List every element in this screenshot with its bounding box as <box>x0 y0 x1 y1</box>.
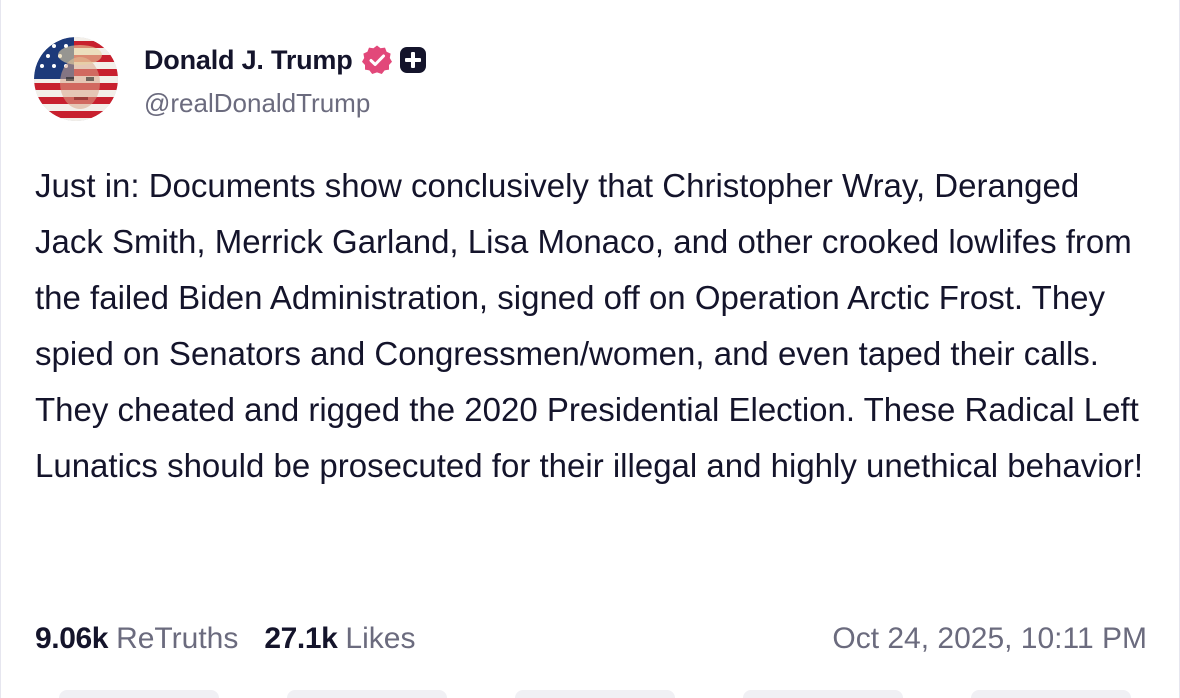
author-handle[interactable]: @realDonaldTrump <box>144 88 370 119</box>
retruths-label: ReTruths <box>116 622 239 655</box>
likes-label: Likes <box>345 622 416 655</box>
post-timestamp[interactable]: Oct 24, 2025, 10:11 PM <box>832 622 1147 656</box>
post-card: Donald J. Trump @realDonaldTrump Just in… <box>0 0 1180 698</box>
avatar-image <box>34 37 118 121</box>
plus-badge-icon <box>399 47 426 73</box>
more-action[interactable] <box>971 690 1131 698</box>
retruths-stat[interactable]: 9.06k ReTruths <box>35 622 238 656</box>
author-name-row: Donald J. Trump <box>144 42 427 78</box>
like-action[interactable] <box>515 690 675 698</box>
author-avatar[interactable] <box>34 37 118 121</box>
action-bar <box>1 690 1180 698</box>
retruths-count: 9.06k <box>35 622 109 655</box>
retruth-action[interactable] <box>287 690 447 698</box>
likes-count: 27.1k <box>264 622 338 655</box>
reply-action[interactable] <box>59 690 219 698</box>
share-action[interactable] <box>743 690 903 698</box>
author-display-name[interactable]: Donald J. Trump <box>144 45 353 76</box>
post-text: Just in: Documents show conclusively tha… <box>35 167 1144 484</box>
verified-badge-icon <box>361 45 392 74</box>
likes-stat[interactable]: 27.1k Likes <box>264 622 415 656</box>
post-stats: 9.06k ReTruths 27.1k Likes <box>35 622 415 656</box>
